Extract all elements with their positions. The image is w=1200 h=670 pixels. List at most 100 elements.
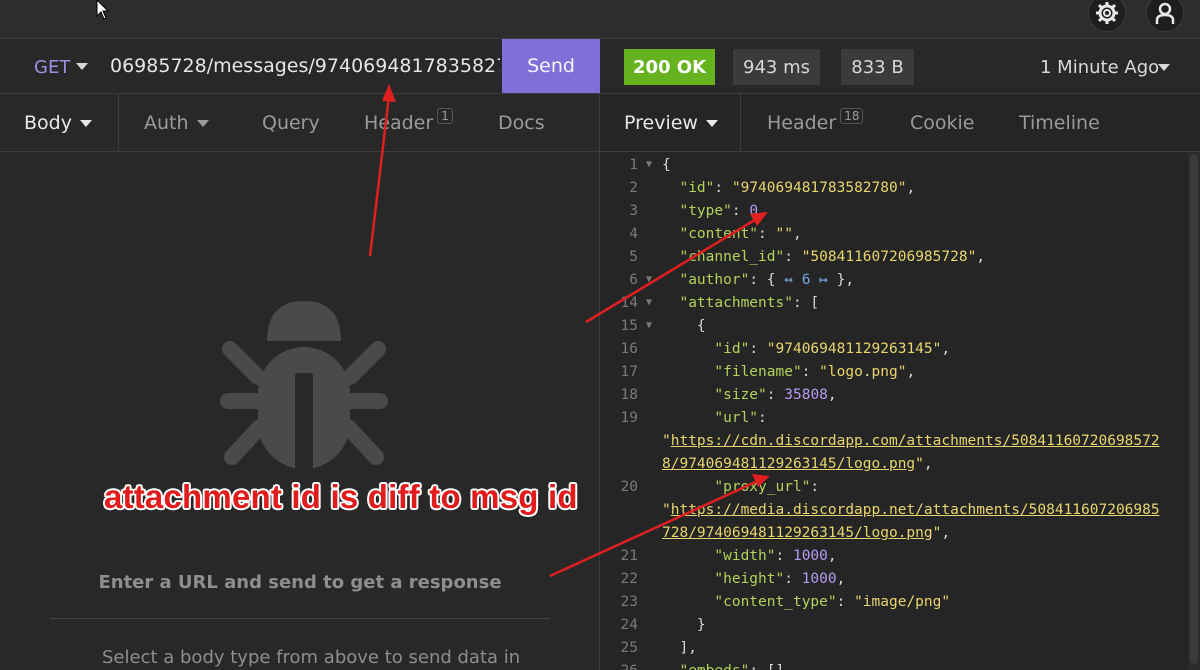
code-token: : bbox=[766, 387, 785, 403]
code-text: "channel_id": "508411607206985728", bbox=[662, 249, 985, 265]
code-token: "proxy_url" bbox=[714, 479, 811, 495]
code-token: "id" bbox=[679, 180, 715, 196]
line-number: 24 bbox=[620, 617, 638, 633]
chevron-down-icon[interactable] bbox=[1158, 64, 1170, 71]
tab-body[interactable]: Body bbox=[24, 112, 92, 134]
url-input[interactable]: 06985728/messages/974069481783582780 bbox=[110, 55, 500, 77]
code-token: : bbox=[784, 249, 802, 265]
code-token: : bbox=[775, 548, 793, 564]
tab-label: Timeline bbox=[1019, 112, 1100, 134]
code-line: 20 "proxy_url": bbox=[600, 479, 1188, 502]
bug-icon bbox=[220, 301, 388, 469]
code-token: "attachments" bbox=[679, 295, 793, 311]
header-count-badge: 1 bbox=[437, 108, 453, 124]
code-token: "content" bbox=[679, 226, 759, 242]
tab-label: Docs bbox=[498, 112, 545, 134]
code-token: "size" bbox=[714, 387, 767, 403]
code-line: "https://cdn.discordapp.com/attachments/… bbox=[600, 433, 1188, 456]
code-token: , bbox=[836, 571, 846, 587]
settings-button[interactable] bbox=[1088, 0, 1126, 32]
tab-query[interactable]: Query bbox=[262, 112, 320, 134]
code-line: 21 "width": 1000, bbox=[600, 548, 1188, 571]
code-token: , bbox=[941, 525, 951, 541]
code-token: { bbox=[662, 318, 706, 334]
code-token: "974069481129263145" bbox=[766, 341, 942, 357]
code-token: 35808 bbox=[784, 387, 828, 403]
code-line: 25 ], bbox=[600, 640, 1188, 663]
fold-toggle-icon[interactable]: ▼ bbox=[646, 274, 652, 285]
tab-cookie[interactable]: Cookie bbox=[910, 112, 975, 134]
history-dropdown[interactable]: 1 Minute Ago bbox=[1040, 57, 1159, 78]
body-type-hint: Select a body type from above to send da… bbox=[102, 647, 521, 668]
code-token: " bbox=[915, 456, 924, 472]
code-token: "id" bbox=[714, 341, 750, 357]
code-line: 3 "type": 0, bbox=[600, 203, 1188, 226]
code-token: , bbox=[792, 226, 802, 242]
code-line: 14 ▼ "attachments": [ bbox=[600, 295, 1188, 318]
code-line: 6 ▼ "author": { ↔ 6 ↦ }, bbox=[600, 272, 1188, 295]
url-link[interactable]: 728/974069481129263145/logo.png bbox=[662, 525, 933, 541]
tab-response-header[interactable]: Header 18 bbox=[767, 108, 864, 134]
code-line: 24 } bbox=[600, 617, 1188, 640]
chevron-down-icon[interactable] bbox=[76, 63, 88, 70]
send-button[interactable]: Send bbox=[502, 39, 600, 93]
url-link[interactable]: https://cdn.discordapp.com/attachments/5… bbox=[671, 433, 1160, 449]
line-number: 15 bbox=[620, 318, 638, 334]
code-text: "size": 35808, bbox=[662, 387, 836, 403]
line-number: 5 bbox=[629, 249, 638, 265]
gear-icon bbox=[1096, 2, 1118, 24]
code-line: 19 "url": bbox=[600, 410, 1188, 433]
tab-docs[interactable]: Docs bbox=[498, 112, 545, 134]
empty-state-message: Enter a URL and send to get a response bbox=[98, 572, 502, 593]
code-line: 728/974069481129263145/logo.png", bbox=[600, 525, 1188, 548]
code-text: "https://media.discordapp.net/attachment… bbox=[662, 502, 1160, 518]
line-number: 4 bbox=[629, 226, 638, 242]
chevron-down-icon bbox=[196, 120, 209, 127]
fold-toggle-icon[interactable]: ▼ bbox=[646, 320, 652, 331]
code-token: "width" bbox=[714, 548, 776, 564]
line-number: 18 bbox=[620, 387, 638, 403]
response-pane: Preview Header 18 Cookie Timeline 1 ▼{2 "i… bbox=[600, 94, 1200, 670]
chevron-down-icon bbox=[79, 120, 92, 127]
code-line: 5 "channel_id": "508411607206985728", bbox=[600, 249, 1188, 272]
code-token: : bbox=[758, 226, 776, 242]
line-number: 23 bbox=[620, 594, 638, 610]
fold-toggle-icon[interactable]: ▼ bbox=[646, 297, 652, 308]
code-token: ↔ 6 ↦ bbox=[784, 272, 828, 288]
request-url-bar: GET 06985728/messages/974069481783582780… bbox=[0, 38, 600, 94]
divider bbox=[50, 618, 550, 619]
user-icon bbox=[1155, 2, 1175, 24]
code-text: "filename": "logo.png", bbox=[662, 364, 915, 380]
line-number: 25 bbox=[620, 640, 638, 656]
tab-label: Preview bbox=[624, 112, 698, 134]
annotation-text: attachment id is diff to msg id bbox=[104, 478, 578, 515]
code-token: : bbox=[758, 410, 767, 426]
scrollbar-thumb[interactable] bbox=[1190, 154, 1198, 664]
code-text: } bbox=[662, 617, 706, 633]
url-link[interactable]: https://media.discordapp.net/attachments… bbox=[671, 502, 1160, 518]
code-line: 18 "size": 35808, bbox=[600, 387, 1188, 410]
request-tabs: Body Auth Query Header 1 Docs bbox=[0, 94, 600, 152]
json-preview[interactable]: 1 ▼{2 "id": "974069481783582780", 3 "type"… bbox=[600, 157, 1188, 670]
account-button[interactable] bbox=[1146, 0, 1184, 32]
tab-label: Cookie bbox=[910, 112, 975, 134]
method-select[interactable]: GET bbox=[34, 57, 70, 78]
tab-header[interactable]: Header 1 bbox=[364, 108, 453, 134]
tab-timeline[interactable]: Timeline bbox=[1019, 112, 1100, 134]
tab-preview[interactable]: Preview bbox=[624, 112, 718, 134]
tab-auth[interactable]: Auth bbox=[144, 112, 209, 134]
url-link[interactable]: 8/974069481129263145/logo.png bbox=[662, 456, 915, 472]
code-line: "https://media.discordapp.net/attachment… bbox=[600, 502, 1188, 525]
top-bar bbox=[0, 0, 1200, 38]
code-token: } bbox=[662, 617, 706, 633]
fold-toggle-icon[interactable]: ▼ bbox=[646, 159, 652, 170]
code-text: "content": "", bbox=[662, 226, 802, 242]
code-token: "filename" bbox=[714, 364, 802, 380]
